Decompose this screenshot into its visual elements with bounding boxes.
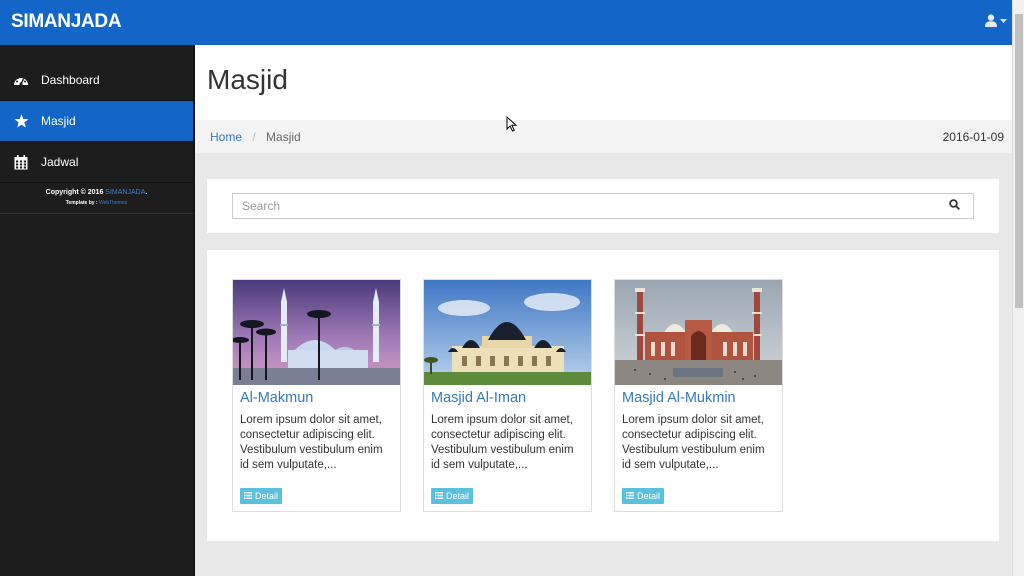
top-navbar: SIMANJADA [0, 0, 1012, 45]
calendar-icon [12, 154, 30, 170]
list-icon [626, 491, 634, 501]
user-menu-toggle[interactable] [985, 14, 1007, 27]
scrollbar-thumb[interactable] [1015, 14, 1023, 308]
masjid-description: Lorem ipsum dolor sit amet, consectetur … [240, 414, 383, 471]
masjid-image-al-iman [424, 280, 591, 385]
search-icon [948, 197, 960, 215]
breadcrumb-separator: / [252, 129, 256, 144]
template-credit-link[interactable]: WebThemez [99, 200, 127, 206]
search-box [232, 193, 974, 219]
sidebar-item-label: Jadwal [41, 155, 79, 169]
detail-button-label: Detail [255, 491, 279, 501]
mouse-cursor-icon [506, 115, 518, 137]
masjid-image-al-makmun [233, 280, 400, 385]
masjid-list-panel: Al-Makmun Lorem ipsum dolor sit amet, co… [207, 250, 999, 541]
copyright-link[interactable]: SIMANJADA [105, 189, 145, 196]
sidebar: Dashboard Masjid Jadwal Copyright © 2016… [0, 45, 195, 576]
sidebar-item-masjid[interactable]: Masjid [0, 101, 193, 142]
copyright-footer: Copyright © 2016 SIMANJADA. Template by … [0, 183, 193, 214]
search-button[interactable] [935, 194, 973, 218]
copyright-text: Copyright © 2016 [45, 189, 104, 196]
sidebar-item-label: Dashboard [41, 72, 100, 87]
masjid-title-link[interactable]: Masjid Al-Mukmin [615, 385, 782, 410]
page-scrollbar[interactable] [1012, 0, 1024, 576]
masjid-card: Al-Makmun Lorem ipsum dolor sit amet, co… [232, 279, 401, 512]
masjid-card: Masjid Al-Mukmin Lorem ipsum dolor sit a… [614, 279, 783, 512]
search-input[interactable] [233, 194, 933, 218]
list-icon [244, 491, 252, 501]
masjid-card: Masjid Al-Iman Lorem ipsum dolor sit ame… [423, 279, 592, 512]
caret-down-icon [1000, 18, 1007, 23]
detail-button[interactable]: Detail [431, 488, 474, 504]
detail-button-label: Detail [637, 491, 661, 501]
detail-button-label: Detail [446, 491, 470, 501]
masjid-description: Lorem ipsum dolor sit amet, consectetur … [622, 414, 765, 471]
detail-button[interactable]: Detail [622, 488, 665, 504]
breadcrumb-home-link[interactable]: Home [210, 130, 242, 144]
masjid-title-link[interactable]: Masjid Al-Iman [424, 385, 591, 410]
detail-button[interactable]: Detail [240, 488, 283, 504]
sidebar-item-dashboard[interactable]: Dashboard [0, 59, 193, 101]
list-icon [435, 491, 443, 501]
page-header: Masjid [195, 45, 1012, 120]
breadcrumb-current: Masjid [266, 129, 301, 144]
sidebar-item-label: Masjid [41, 114, 76, 128]
brand-logo[interactable]: SIMANJADA [11, 11, 122, 33]
search-panel [207, 179, 999, 233]
star-icon [12, 113, 30, 129]
dashboard-icon [12, 72, 30, 88]
template-credit-text: Template by : [65, 200, 98, 206]
masjid-image-al-mukmin [615, 280, 782, 385]
current-date: 2016-01-09 [942, 129, 1004, 144]
masjid-title-link[interactable]: Al-Makmun [233, 385, 400, 410]
masjid-description: Lorem ipsum dolor sit amet, consectetur … [431, 414, 574, 471]
page-title: Masjid [207, 64, 288, 95]
main-content: Masjid Home / Masjid 2016-01-09 Search A… [195, 45, 1012, 576]
sidebar-item-jadwal[interactable]: Jadwal [0, 142, 193, 183]
user-icon [985, 14, 997, 27]
breadcrumb: Home / Masjid 2016-01-09 [195, 120, 1012, 153]
copyright-suffix: . [145, 189, 148, 196]
